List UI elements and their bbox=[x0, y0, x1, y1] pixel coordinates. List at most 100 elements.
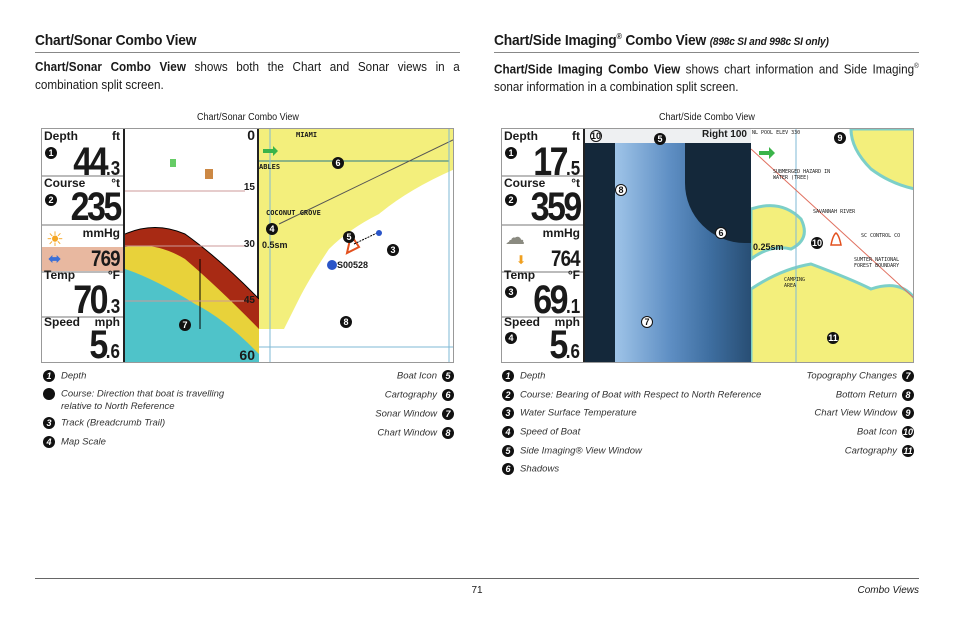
legend-item: Cartography 11 bbox=[710, 445, 914, 458]
legend-number: 1 bbox=[502, 370, 514, 382]
legend-item: Bottom Return 8 bbox=[710, 389, 914, 402]
legend-item: Topography Changes 7 bbox=[710, 370, 914, 383]
map-label-camping: CAMPING AREA bbox=[784, 277, 806, 289]
callout-11: 11 bbox=[827, 332, 839, 344]
course-value: 235 bbox=[70, 185, 123, 229]
legend-item: Boat Icon 10 bbox=[710, 426, 914, 439]
legend-text: Cartography bbox=[384, 389, 437, 401]
legend-item: 3 Track (Breadcrumb Trail) bbox=[43, 417, 233, 430]
legend-text: Bottom Return bbox=[835, 389, 897, 401]
footer-section: Combo Views bbox=[857, 585, 919, 596]
legend-text: Depth bbox=[61, 370, 87, 382]
legend-number: 2 bbox=[502, 389, 514, 401]
legend-text: Water Surface Temperature bbox=[520, 407, 637, 419]
map-label-pool: NL POOL ELEV 330 bbox=[752, 130, 801, 136]
heading-tail: Combo View bbox=[621, 32, 710, 49]
sonar-window: 0 15 30 45 60 7 bbox=[125, 129, 259, 362]
intro-paragraph: Chart/Side Imaging Combo View shows char… bbox=[494, 58, 919, 96]
legend-number: 9 bbox=[902, 407, 914, 419]
legend-text: Map Scale bbox=[61, 436, 106, 448]
heading-note: (898c SI and 998c SI only) bbox=[709, 36, 829, 48]
speed-value: 5 bbox=[549, 323, 568, 363]
legend-item: Sonar Window 7 bbox=[250, 408, 454, 421]
map-label-sc: SC CONTROL CO bbox=[861, 233, 901, 239]
callout-4: 4 bbox=[266, 223, 278, 235]
chart-land bbox=[259, 129, 453, 362]
section-heading-chart-side-imaging: Chart/Side Imaging® Combo View (898c SI … bbox=[494, 32, 829, 49]
speed-label: Speed bbox=[44, 315, 81, 329]
figure-caption: Chart/Sonar Combo View bbox=[197, 112, 299, 123]
map-scale: 0.25sm bbox=[753, 242, 784, 252]
heading-rule bbox=[35, 52, 460, 53]
callout-2: 2 bbox=[505, 194, 517, 206]
legend-item: Cartography 6 bbox=[250, 389, 454, 402]
chart-side-imaging-screenshot: Depth ft 1 17.5 Course °t 2 359 mmHg ☁ ⬇… bbox=[501, 128, 914, 363]
map-label-hazard: SUBMERGED HAZARD IN WATER (TREE) bbox=[773, 169, 831, 181]
callout-8: 8 bbox=[615, 184, 627, 196]
callout-9: 9 bbox=[834, 132, 846, 144]
section-heading-chart-sonar: Chart/Sonar Combo View bbox=[35, 32, 197, 49]
legend-number: 5 bbox=[502, 445, 514, 457]
legend-text: Depth bbox=[520, 370, 546, 382]
legend-text: Course: Direction that boat is travellin… bbox=[61, 388, 225, 412]
chart-sonar-screenshot: Depth ft 1 44.3 Course °t 2 235 mmHg ☀ ⬌… bbox=[41, 128, 454, 363]
legend-number: 5 bbox=[442, 370, 454, 382]
legend-number: 3 bbox=[502, 407, 514, 419]
chart-view-window: NL POOL ELEV 330 SUBMERGED HAZARD IN WAT… bbox=[751, 129, 913, 362]
legend-text: Boat Icon bbox=[856, 426, 897, 438]
legend-item: 1 Depth bbox=[43, 370, 233, 383]
legend-item: 4 Map Scale bbox=[43, 436, 233, 449]
temp-label: Temp bbox=[504, 268, 536, 282]
temp-label: Temp bbox=[44, 268, 76, 282]
callout-7: 7 bbox=[641, 316, 653, 328]
legend-number: 11 bbox=[902, 445, 914, 457]
callout-10-chart: 10 bbox=[811, 237, 823, 249]
heading-text: Chart/Side Imaging bbox=[494, 32, 617, 49]
intro-bold: Chart/Sonar Combo View bbox=[35, 59, 186, 74]
map-label-miami: MIAMI bbox=[296, 131, 318, 139]
legend-text: Side Imaging® View Window bbox=[520, 445, 642, 457]
pressure-arrow-icon: ⬌ bbox=[48, 251, 62, 268]
legend-text: Shadows bbox=[520, 463, 560, 475]
legend-number: 1 bbox=[43, 370, 55, 382]
legend-number: 4 bbox=[43, 436, 55, 448]
speed-value: 5 bbox=[89, 323, 108, 363]
callout-8: 8 bbox=[340, 316, 352, 328]
registered-mark: ® bbox=[914, 63, 919, 70]
legend-text: Track (Breadcrumb Trail) bbox=[61, 417, 166, 429]
side-imaging-window: Right 100 10 5 8 6 7 bbox=[585, 129, 751, 362]
legend-number: 8 bbox=[442, 427, 454, 439]
pressure-value: 769 bbox=[91, 246, 121, 271]
legend-number: 6 bbox=[502, 463, 514, 475]
temp-unit: °F bbox=[107, 268, 120, 282]
callout-10: 10 bbox=[590, 130, 602, 142]
legend-item: 2 Course: Direction that boat is travelli… bbox=[31, 388, 243, 413]
intro-bold: Chart/Side Imaging Combo View bbox=[494, 61, 681, 77]
callout-2: 2 bbox=[45, 194, 57, 206]
legend-number: 3 bbox=[43, 417, 55, 429]
waypoint-label: S00528 bbox=[337, 260, 369, 270]
pressure-unit: mmHg bbox=[82, 226, 120, 240]
map-scale: 0.5sm bbox=[262, 240, 288, 250]
map-label-river: SAVANNAH RIVER bbox=[813, 209, 856, 215]
temp-unit: °F bbox=[567, 268, 580, 282]
callout-5: 5 bbox=[343, 231, 355, 243]
depth-unit: ft bbox=[112, 129, 120, 143]
legend-number: 7 bbox=[902, 370, 914, 382]
legend-item: Chart View Window 9 bbox=[710, 407, 914, 420]
sonar-depth-30: 30 bbox=[243, 239, 255, 250]
legend-number: 7 bbox=[442, 408, 454, 420]
sonar-returns bbox=[125, 159, 259, 362]
intro-paragraph: Chart/Sonar Combo View shows both the Ch… bbox=[35, 58, 460, 94]
sonar-depth-15: 15 bbox=[243, 182, 255, 193]
legend-text: Sonar Window bbox=[375, 408, 437, 420]
chart-window: MIAMI ABLES COCONUT GROVE 0.5sm S00528 6… bbox=[259, 129, 453, 362]
callout-4: 4 bbox=[505, 332, 517, 344]
callout-1: 1 bbox=[45, 147, 57, 159]
callout-6: 6 bbox=[715, 227, 727, 239]
legend-text: Speed of Boat bbox=[520, 426, 581, 438]
legend-text: Cartography bbox=[844, 445, 897, 457]
callout-3: 3 bbox=[387, 244, 399, 256]
callout-7: 7 bbox=[179, 319, 191, 331]
callout-1: 1 bbox=[505, 147, 517, 159]
